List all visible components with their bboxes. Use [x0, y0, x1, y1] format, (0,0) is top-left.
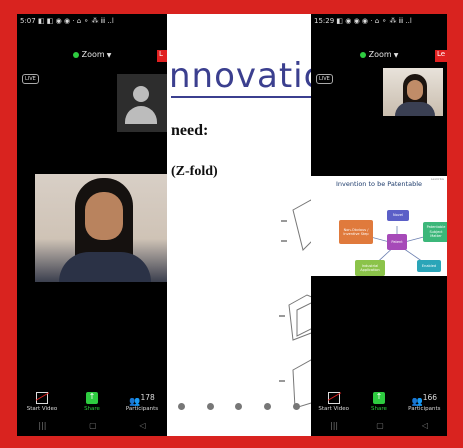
avatar-head [133, 86, 149, 102]
people-icon: 👥178 [129, 393, 155, 407]
video-off-icon [36, 392, 48, 404]
people-icon: 👥166 [411, 393, 438, 407]
share-icon: ↑ [372, 392, 385, 404]
status-time: 5:07 [20, 17, 36, 25]
leave-button[interactable]: L [157, 50, 167, 62]
ref-mark [281, 240, 287, 242]
start-video-button[interactable]: Start Video [314, 392, 354, 412]
ref-mark [279, 315, 285, 317]
share-label: Share [371, 406, 387, 412]
shield-icon [72, 51, 79, 58]
meeting-title: Zoom [81, 50, 105, 59]
share-label: Share [84, 406, 100, 412]
page-dot[interactable] [177, 403, 185, 410]
red-frame: 5:07 ◧ ◧ ◉ ◉ · ⌂ ⚬ ⁂ ⅲ ..l Zoom ▼ L LIVE … [0, 0, 463, 448]
participants-count: 178 [140, 393, 155, 402]
back-icon[interactable]: ◁ [422, 421, 428, 430]
video-shirt [59, 252, 151, 282]
start-video-button[interactable]: Start Video [22, 392, 62, 412]
participants-button[interactable]: 👥178 Participants [122, 392, 162, 412]
meeting-toolbar: Start Video ↑ Share 👥166 Participants [311, 384, 447, 412]
node-non-obvious: Non-Obvious / Inventive Step [339, 220, 373, 244]
left-phone-screen: 5:07 ◧ ◧ ◉ ◉ · ⌂ ⚬ ⁂ ⅲ ..l Zoom ▼ L LIVE … [17, 14, 167, 436]
start-video-label: Start Video [26, 406, 58, 412]
invention-diagram: LexOrbis Invention to be Patentable Nove… [311, 176, 447, 276]
share-button[interactable]: ↑ Share [72, 392, 112, 412]
slide-text-zfold: (Z-fold) [171, 164, 218, 179]
meeting-title-bar[interactable]: Zoom ▼ [311, 50, 447, 64]
node-enabled: Enabled [417, 260, 441, 272]
status-bar: 15:29 ◧ ◉ ◉ ◉ · ⌂ ⚬ ⁂ ⅲ ..l [311, 14, 447, 28]
recents-icon[interactable]: ||| [38, 421, 46, 430]
shield-icon [359, 51, 366, 58]
video-face [407, 80, 423, 100]
android-nav-bar: ||| ▢ ◁ [17, 414, 167, 436]
status-bar: 5:07 ◧ ◧ ◉ ◉ · ⌂ ⚬ ⁂ ⅲ ..l [17, 14, 167, 28]
video-off-icon [327, 392, 340, 404]
meeting-title-bar[interactable]: Zoom ▼ [17, 50, 167, 64]
chevron-down-icon: ▼ [393, 52, 399, 59]
slide-divider [171, 96, 311, 98]
node-patentable: Patentable Subject Matter [423, 222, 447, 242]
diagram-title: Invention to be Patentable [335, 180, 423, 188]
ref-mark [279, 380, 285, 382]
recents-icon[interactable]: ||| [330, 421, 338, 430]
page-dot[interactable] [206, 403, 214, 410]
android-nav-bar: ||| ▢ ◁ [311, 414, 447, 436]
meeting-toolbar: Start Video ↑ Share 👥178 Participants [17, 384, 167, 412]
share-icon: ↑ [86, 392, 98, 404]
participants-label: Participants [408, 406, 441, 412]
home-icon[interactable]: ▢ [376, 421, 384, 430]
share-button[interactable]: ↑ Share [359, 392, 399, 412]
participants-button[interactable]: 👥166 Participants [404, 392, 444, 412]
status-time: 15:29 [314, 17, 335, 25]
start-video-label: Start Video [318, 406, 349, 412]
status-icons: ◧ ◧ ◉ ◉ · ⌂ ⚬ ⁂ ⅲ ..l [37, 17, 114, 25]
slide-text-need: need: [171, 122, 209, 139]
video-shirt [395, 102, 435, 116]
avatar-body [125, 106, 157, 124]
chevron-down-icon: ▼ [106, 52, 112, 59]
slide-title: nnovatic [169, 56, 311, 96]
live-badge: LIVE [316, 74, 333, 84]
page-dot[interactable] [235, 403, 243, 410]
speaker-video-thumbnail[interactable] [383, 68, 443, 116]
speaker-video[interactable] [35, 174, 167, 282]
node-patent: Patent [387, 234, 407, 250]
node-industrial: Industrial Application [355, 260, 385, 276]
meeting-title: Zoom [368, 50, 392, 59]
leave-button[interactable]: Le [435, 50, 447, 62]
participants-count: 166 [422, 393, 438, 402]
collage-canvas: 5:07 ◧ ◧ ◉ ◉ · ⌂ ⚬ ⁂ ⅲ ..l Zoom ▼ L LIVE … [17, 14, 447, 436]
node-novel: Novel [387, 210, 409, 221]
video-face [85, 192, 123, 240]
participants-label: Participants [125, 406, 159, 412]
status-icons: ◧ ◉ ◉ ◉ · ⌂ ⚬ ⁂ ⅲ ..l [336, 17, 412, 25]
participant-avatar-tile[interactable] [117, 74, 167, 132]
live-badge: LIVE [22, 74, 39, 84]
back-icon[interactable]: ◁ [139, 421, 145, 430]
ref-mark [281, 220, 287, 222]
home-icon[interactable]: ▢ [89, 421, 97, 430]
